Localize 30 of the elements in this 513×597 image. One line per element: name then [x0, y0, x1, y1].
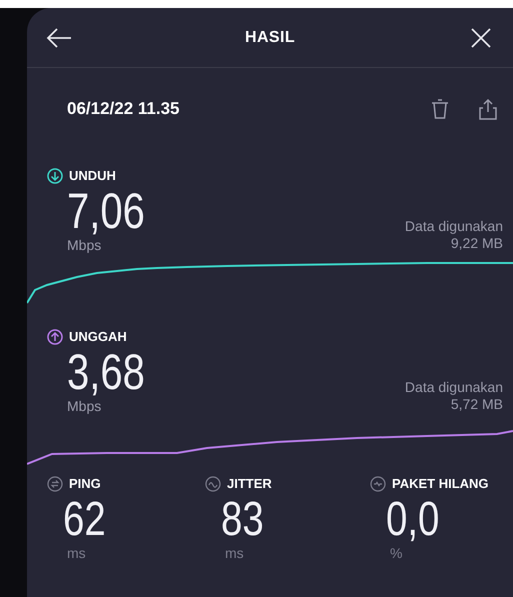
dash-icon: [370, 476, 386, 492]
speed-value: 7,06: [67, 188, 145, 234]
metric-value: 62: [62, 498, 107, 542]
speed-unit: Mbps: [67, 236, 102, 254]
metric-unit: ms: [224, 544, 245, 562]
metric-value: 83: [220, 498, 265, 542]
delete-button[interactable]: [431, 98, 449, 120]
section-label: UNDUH: [69, 167, 116, 186]
metric-value: 0,0: [385, 498, 440, 542]
metric-unit: %: [389, 544, 404, 562]
data-used-value: 5,72 MB: [450, 396, 503, 413]
test-date: 06/12/22 11.35: [67, 98, 180, 120]
screen-title: HASIL: [245, 28, 295, 48]
metric-label: JITTER: [227, 475, 272, 494]
back-arrow-icon: [46, 26, 72, 48]
metric-label: PAKET HILANG: [392, 475, 489, 494]
data-used-label: Data digunakan: [404, 379, 503, 396]
section-label: UNGGAH: [69, 328, 127, 346]
metric-unit: ms: [66, 544, 87, 562]
speed-unit: Mbps: [67, 397, 102, 415]
wave-icon: [205, 476, 221, 492]
ping-icon: [47, 476, 63, 492]
speed-value: 3,68: [67, 349, 145, 395]
data-used-label: Data digunakan: [404, 218, 503, 235]
data-used-value: 9,22 MB: [450, 235, 503, 252]
share-icon: [479, 98, 497, 120]
share-button[interactable]: [479, 98, 497, 120]
close-icon: [470, 26, 492, 48]
trash-icon: [431, 98, 449, 120]
metric-label: PING: [69, 475, 101, 494]
